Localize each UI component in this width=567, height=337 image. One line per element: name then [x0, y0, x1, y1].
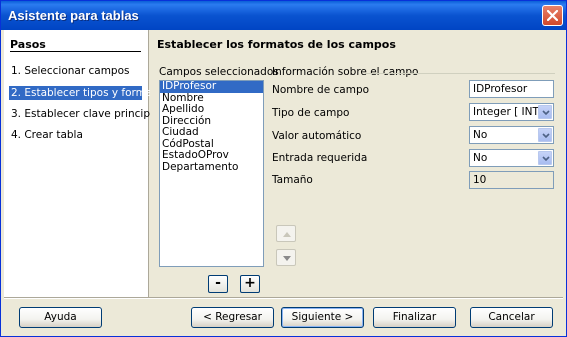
field-type-dropdown-button[interactable] — [538, 105, 552, 119]
auto-value-dropdown-button[interactable] — [538, 128, 552, 142]
field-item[interactable]: Ciudad — [160, 126, 263, 139]
footer-divider-highlight — [4, 298, 563, 299]
back-button[interactable]: < Regresar — [191, 307, 274, 328]
size-field: 10 — [469, 171, 554, 189]
move-up-button[interactable] — [276, 225, 296, 242]
auto-value-label: Valor automático — [272, 130, 362, 142]
chevron-down-icon — [542, 110, 550, 116]
selected-fields-label: Campos seleccionados — [159, 66, 279, 78]
help-button[interactable]: Ayuda — [19, 307, 102, 328]
cancel-button[interactable]: Cancelar — [470, 307, 553, 328]
required-entry-dropdown-button[interactable] — [538, 151, 552, 165]
field-name-input[interactable]: IDProfesor — [469, 80, 554, 98]
remove-field-button[interactable]: - — [208, 275, 228, 293]
field-type-value: Integer [ INTEGER ] — [473, 106, 539, 118]
step-select-fields[interactable]: 1. Seleccionar campos — [9, 64, 142, 78]
arrow-down-icon — [283, 256, 291, 261]
auto-value-value: No — [473, 129, 488, 141]
step-set-primary-key[interactable]: 3. Establecer clave principal — [9, 107, 159, 121]
field-name-label: Nombre de campo — [272, 84, 370, 96]
field-item[interactable]: Apellido — [160, 103, 263, 116]
steps-divider — [10, 51, 141, 52]
arrow-up-icon — [283, 232, 291, 237]
field-item[interactable]: Departamento — [160, 161, 263, 174]
field-item[interactable]: IDProfesor — [160, 81, 263, 93]
required-entry-value: No — [473, 152, 488, 164]
chevron-down-icon — [542, 156, 550, 162]
required-entry-label: Entrada requerida — [272, 152, 368, 164]
finish-button[interactable]: Finalizar — [373, 307, 456, 328]
required-entry-select[interactable]: No — [469, 149, 554, 167]
field-type-label: Tipo de campo — [272, 107, 350, 119]
size-label: Tamaño — [272, 174, 313, 186]
selected-fields-list[interactable]: IDProfesor Nombre Apellido Dirección Ciu… — [159, 80, 264, 267]
step-set-types[interactable]: 2. Establecer tipos y formatos — [9, 86, 168, 100]
steps-title: Pasos — [10, 38, 46, 51]
page-title: Establecer los formatos de los campos — [157, 38, 396, 51]
close-button[interactable] — [542, 5, 563, 26]
field-item[interactable]: EstadoOProv — [160, 149, 263, 162]
next-button[interactable]: Siguiente > — [281, 307, 364, 328]
title-bar[interactable]: Asistente para tablas — [1, 1, 566, 30]
table-wizard-window: Asistente para tablas Pasos 1. Seleccion… — [0, 0, 567, 337]
main-panel: Establecer los formatos de los campos Ca… — [150, 30, 563, 297]
wizard-body: Pasos 1. Seleccionar campos 2. Establece… — [4, 30, 563, 335]
window-title: Asistente para tablas — [8, 8, 139, 23]
field-type-select[interactable]: Integer [ INTEGER ] — [469, 103, 554, 121]
auto-value-select[interactable]: No — [469, 126, 554, 144]
close-icon — [547, 10, 558, 21]
step-create-table[interactable]: 4. Crear tabla — [9, 128, 142, 142]
move-down-button[interactable] — [276, 249, 296, 266]
chevron-down-icon — [542, 133, 550, 139]
field-info-divider — [365, 73, 555, 74]
steps-panel: Pasos 1. Seleccionar campos 2. Establece… — [4, 30, 168, 297]
field-info-group-title: Información sobre el campo — [272, 66, 419, 78]
add-field-button[interactable]: + — [240, 275, 260, 293]
